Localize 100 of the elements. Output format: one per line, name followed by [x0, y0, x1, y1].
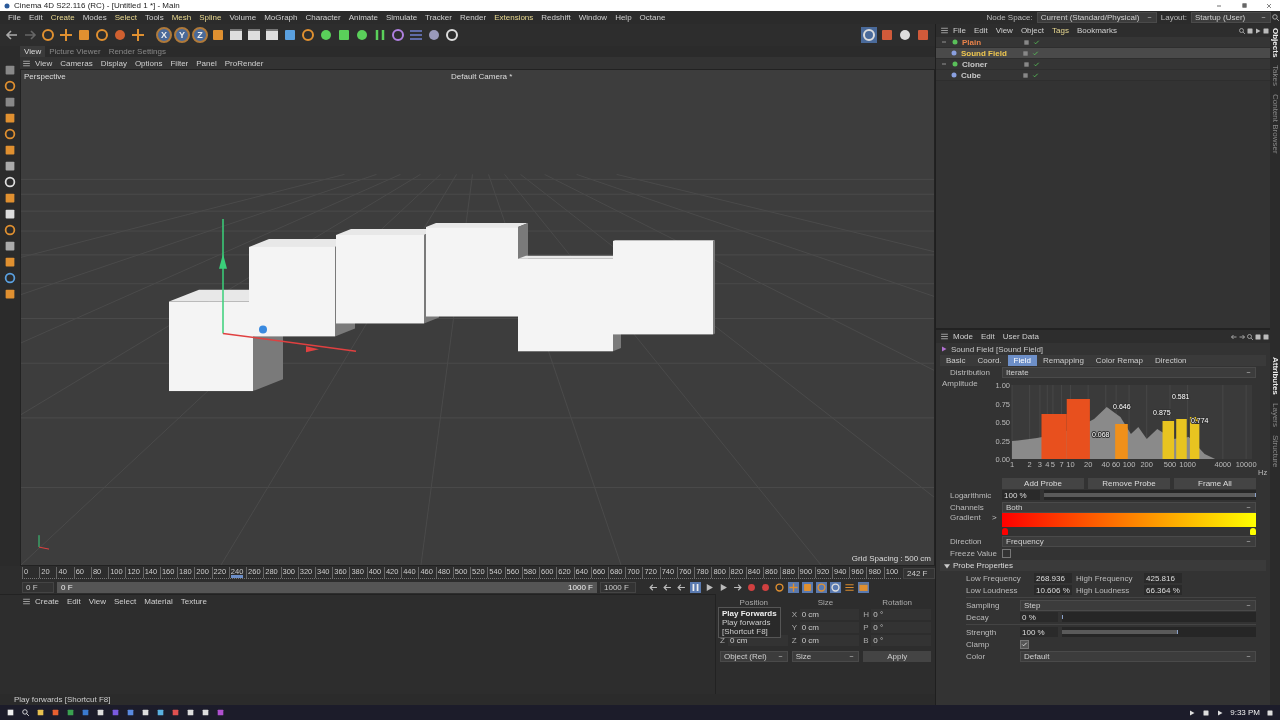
- value-field[interactable]: 100 %: [1020, 627, 1058, 637]
- move-key-icon[interactable]: [788, 581, 799, 593]
- menu-item[interactable]: Create: [46, 13, 79, 22]
- slider-track[interactable]: [1062, 627, 1256, 637]
- checkbox[interactable]: [1002, 548, 1011, 558]
- tool-icon[interactable]: [3, 79, 17, 93]
- notification-icon[interactable]: [1266, 708, 1274, 717]
- size-field[interactable]: 0 cm: [799, 609, 860, 620]
- end-frame-field[interactable]: 1000 F: [600, 581, 636, 593]
- probe-button[interactable]: Add Probe: [1002, 477, 1084, 489]
- size-mode-dropdown[interactable]: Size: [791, 651, 860, 662]
- menu-item[interactable]: Options: [130, 58, 167, 68]
- rotation-field[interactable]: 0 °: [871, 635, 931, 646]
- menu-item[interactable]: Tags: [1048, 26, 1073, 35]
- dropdown[interactable]: Iterate: [1002, 366, 1256, 378]
- rotate-key-icon[interactable]: [816, 581, 827, 593]
- menu-item[interactable]: Tools: [140, 13, 168, 22]
- dropdown[interactable]: Both: [1002, 501, 1256, 513]
- current-frame-field[interactable]: 242 F: [903, 567, 935, 579]
- next-key-icon[interactable]: [718, 581, 729, 593]
- tool-icon[interactable]: [3, 143, 17, 157]
- attribute-tab[interactable]: Color Remap: [1089, 355, 1149, 366]
- axis-lock-button[interactable]: Z: [192, 27, 208, 43]
- tool-icon[interactable]: [3, 255, 17, 269]
- side-tab[interactable]: Attributes: [1270, 356, 1280, 395]
- menu-item[interactable]: Mode: [949, 332, 977, 341]
- tool-icon[interactable]: [3, 159, 17, 173]
- menu-item[interactable]: Select: [110, 597, 141, 606]
- side-tab[interactable]: Content Browser: [1270, 94, 1280, 154]
- node-space-dropdown[interactable]: Current (Standard/Physical): [1036, 12, 1157, 23]
- side-tab[interactable]: Objects: [1270, 28, 1280, 58]
- search-icon[interactable]: [1246, 332, 1254, 341]
- render-icon[interactable]: [246, 27, 262, 43]
- value-field[interactable]: 268.936: [1034, 573, 1072, 583]
- value-field[interactable]: 425.816: [1144, 573, 1182, 583]
- tree-row[interactable]: Plain: [936, 37, 1270, 48]
- viewport[interactable]: Perspective Default Camera * Grid Spacing : 500 cm: [20, 69, 935, 566]
- menu-item[interactable]: Edit: [969, 26, 992, 35]
- search-icon[interactable]: [21, 708, 30, 717]
- menu-item[interactable]: Volume: [225, 13, 261, 22]
- menu-item[interactable]: View: [31, 58, 57, 68]
- expand-toggle[interactable]: >: [992, 513, 998, 522]
- tool-icon[interactable]: [3, 127, 17, 141]
- tool-icon[interactable]: [3, 271, 17, 285]
- frame-range-bar[interactable]: 0 F 1000 F: [57, 581, 597, 593]
- menu-icon[interactable]: [940, 332, 949, 341]
- pause-icon[interactable]: [690, 581, 701, 593]
- step-forward-icon[interactable]: [704, 581, 715, 593]
- probe-button[interactable]: Remove Probe: [1088, 477, 1170, 489]
- menu-item[interactable]: View: [991, 26, 1017, 35]
- view-tab[interactable]: View: [20, 46, 46, 57]
- menu-icon[interactable]: [940, 26, 949, 35]
- coordinate-mode-dropdown[interactable]: Object (Rel): [720, 651, 788, 662]
- menu-item[interactable]: Simulate: [382, 13, 422, 22]
- menu-icon[interactable]: [22, 58, 31, 68]
- menu-item[interactable]: Create: [31, 597, 63, 606]
- record-icon[interactable]: [746, 581, 757, 593]
- gradient-knot[interactable]: [1250, 528, 1256, 535]
- menu-item[interactable]: Display: [96, 58, 131, 68]
- side-tab[interactable]: Layers: [1270, 402, 1280, 427]
- tool-icon[interactable]: [3, 111, 17, 125]
- apply-button[interactable]: Apply: [863, 651, 931, 662]
- attribute-tab[interactable]: Direction: [1149, 355, 1193, 366]
- menu-item[interactable]: Edit: [63, 597, 85, 606]
- search-icon[interactable]: [1238, 26, 1246, 35]
- menu-item[interactable]: User Data: [998, 332, 1043, 341]
- size-field[interactable]: 0 cm: [799, 635, 860, 646]
- menu-item[interactable]: Mesh: [167, 13, 196, 22]
- menu-item[interactable]: Edit: [24, 13, 47, 22]
- value-field[interactable]: 10.606 %: [1034, 585, 1072, 595]
- gradient-bar[interactable]: [1002, 513, 1256, 527]
- menu-item[interactable]: Object: [1016, 26, 1048, 35]
- dropdown[interactable]: Default: [1020, 650, 1256, 662]
- menu-item[interactable]: File: [949, 26, 970, 35]
- side-tab[interactable]: Takes: [1270, 65, 1280, 87]
- menu-item[interactable]: MoGraph: [260, 13, 302, 22]
- step-back-icon[interactable]: [676, 581, 687, 593]
- menu-item[interactable]: Filter: [166, 58, 193, 68]
- menu-item[interactable]: Edit: [977, 332, 999, 341]
- rotation-field[interactable]: 0 °: [871, 609, 931, 620]
- menu-item[interactable]: ProRender: [220, 58, 268, 68]
- view-tab[interactable]: Render Settings: [104, 46, 170, 57]
- slider-track[interactable]: [1062, 612, 1256, 622]
- attribute-tab[interactable]: Remapping: [1036, 355, 1090, 366]
- view-tab[interactable]: Picture Viewer: [45, 46, 105, 57]
- menu-item[interactable]: File: [4, 13, 25, 22]
- scale-icon[interactable]: [76, 27, 92, 43]
- tool-icon[interactable]: [3, 239, 17, 253]
- menu-icon[interactable]: [22, 597, 31, 606]
- attribute-tab[interactable]: Basic: [940, 355, 972, 366]
- menu-item[interactable]: Window: [574, 13, 612, 22]
- menu-item[interactable]: Tracker: [421, 13, 456, 22]
- menu-item[interactable]: View: [84, 597, 110, 606]
- menu-item[interactable]: Help: [611, 13, 636, 22]
- attribute-tab[interactable]: Coord.: [971, 355, 1008, 366]
- clapper-icon[interactable]: [228, 27, 244, 43]
- menu-item[interactable]: Animate: [344, 13, 382, 22]
- tree-row[interactable]: Cloner: [936, 59, 1270, 70]
- value-field[interactable]: 66.364 %: [1144, 585, 1182, 595]
- tree-row[interactable]: Sound Field: [936, 48, 1270, 59]
